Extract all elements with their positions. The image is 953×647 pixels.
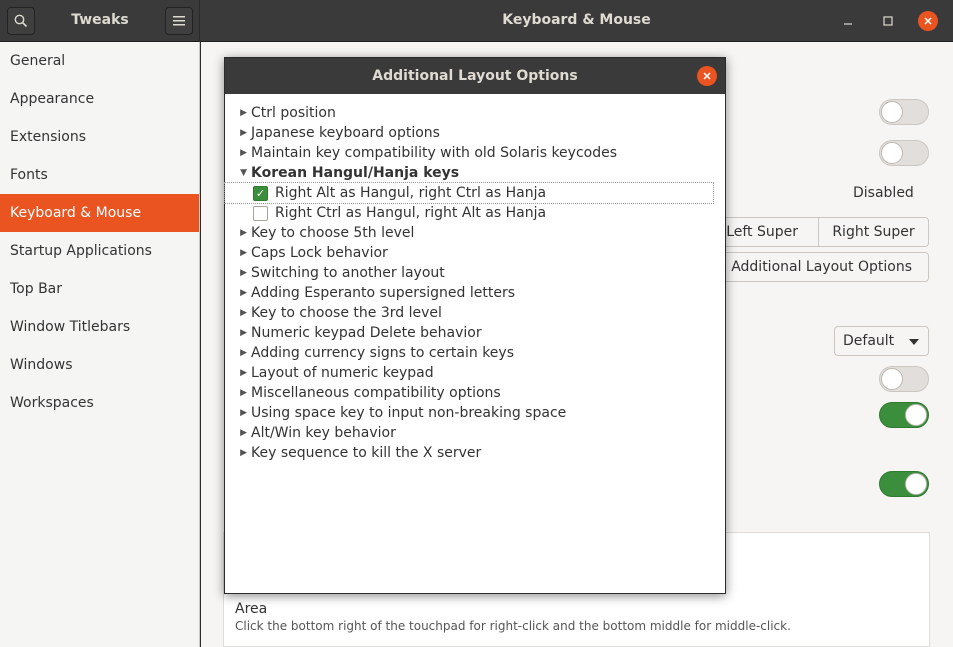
expander-right-icon[interactable]: ▶ [225,308,251,318]
dialog-header: Additional Layout Options [225,58,725,94]
expander-right-icon[interactable]: ▶ [225,288,251,298]
dropdown-select[interactable]: Default [834,326,929,356]
option-right-alt-hangul[interactable]: ✓ Right Alt as Hangul, right Ctrl as Han… [224,182,714,204]
chevron-down-icon [909,339,919,345]
sidebar-item-keyboard-mouse[interactable]: Keyboard & Mouse [0,194,199,232]
close-icon [924,17,932,25]
toggle-switch[interactable] [879,471,929,497]
expander-right-icon[interactable]: ▶ [225,128,251,138]
tree-row-korean-hangul[interactable]: ▼ Korean Hangul/Hanja keys [225,163,725,183]
expander-right-icon[interactable]: ▶ [225,448,251,458]
additional-layout-options-dialog: Additional Layout Options ▶ Ctrl position… [224,57,726,594]
close-button[interactable] [918,11,938,31]
expander-right-icon[interactable]: ▶ [225,368,251,378]
checkbox-checked[interactable]: ✓ [253,185,268,201]
sidebar-item-top-bar[interactable]: Top Bar [0,270,199,308]
expander-right-icon[interactable]: ▶ [225,328,251,338]
expander-right-icon[interactable]: ▶ [225,268,251,278]
toggle-knob [905,473,927,495]
expander-right-icon[interactable]: ▶ [225,228,251,238]
toggle-switch[interactable] [879,99,929,125]
disabled-value: Disabled [853,185,914,201]
hamburger-icon [173,16,185,26]
tree-row-solaris-keycodes[interactable]: ▶ Maintain key compatibility with old Sol… [225,143,725,163]
sidebar-item-fonts[interactable]: Fonts [0,156,199,194]
tree-row-currency-signs[interactable]: ▶ Adding currency signs to certain keys [225,343,725,363]
expander-right-icon[interactable]: ▶ [225,348,251,358]
toggle-switch[interactable] [879,366,929,392]
sidebar-item-window-titlebars[interactable]: Window Titlebars [0,308,199,346]
maximize-button[interactable] [878,11,898,31]
toggle-switch[interactable] [879,402,929,428]
tree-row-esperanto[interactable]: ▶ Adding Esperanto supersigned letters [225,283,725,303]
toggle-knob [881,142,903,164]
sidebar-header: Tweaks [0,0,200,42]
tree-row-ctrl-position[interactable]: ▶ Ctrl position [225,103,725,123]
sidebar-item-appearance[interactable]: Appearance [0,80,199,118]
option-right-ctrl-hangul[interactable]: Right Ctrl as Hangul, right Alt as Hanja [225,203,725,223]
tree-row-misc-compat[interactable]: ▶ Miscellaneous compatibility options [225,383,725,403]
option-label: Right Alt as Hangul, right Ctrl as Hanja [275,185,547,201]
expander-right-icon[interactable]: ▶ [225,108,251,118]
checkbox-unchecked[interactable] [253,205,268,221]
minimize-icon [844,23,852,25]
expander-right-icon[interactable]: ▶ [225,148,251,158]
sidebar-item-windows[interactable]: Windows [0,346,199,384]
tree-row-space-key[interactable]: ▶ Using space key to input non-breaking s… [225,403,725,423]
tree-row-switch-layout[interactable]: ▶ Switching to another layout [225,263,725,283]
sidebar: General Appearance Extensions Fonts Keyb… [0,42,200,647]
expander-down-icon[interactable]: ▼ [225,168,251,178]
expander-right-icon[interactable]: ▶ [225,248,251,258]
options-tree: ▶ Ctrl position ▶ Japanese keyboard option… [224,103,725,463]
header-bar: Tweaks Keyboard & Mouse [0,0,953,42]
expander-right-icon[interactable]: ▶ [225,388,251,398]
expander-right-icon[interactable]: ▶ [225,428,251,438]
tree-row-kill-x-server[interactable]: ▶ Key sequence to kill the X server [225,443,725,463]
minimize-button[interactable] [838,11,858,31]
area-description: Click the bottom right of the touchpad f… [235,619,791,633]
toggle-knob [905,404,927,426]
dialog-close-button[interactable] [697,66,717,86]
tree-row-5th-level[interactable]: ▶ Key to choose 5th level [225,223,725,243]
right-super-button[interactable]: Right Super [818,217,929,247]
expander-right-icon[interactable]: ▶ [225,408,251,418]
maximize-icon [883,16,893,26]
tree-row-alt-win[interactable]: ▶ Alt/Win key behavior [225,423,725,443]
sidebar-item-startup-applications[interactable]: Startup Applications [0,232,199,270]
sidebar-item-workspaces[interactable]: Workspaces [0,384,199,422]
menu-button[interactable] [165,7,193,35]
toggle-knob [881,101,903,123]
tree-row-numeric-keypad[interactable]: ▶ Layout of numeric keypad [225,363,725,383]
toggle-knob [881,368,903,390]
tree-row-3rd-level[interactable]: ▶ Key to choose the 3rd level [225,303,725,323]
additional-layout-options-button[interactable]: Additional Layout Options [706,252,929,282]
option-label: Right Ctrl as Hangul, right Alt as Hanja [275,205,547,221]
sidebar-item-extensions[interactable]: Extensions [0,118,199,156]
dropdown-value: Default [843,333,895,349]
toggle-switch[interactable] [879,140,929,166]
tree-row-keypad-delete[interactable]: ▶ Numeric keypad Delete behavior [225,323,725,343]
close-icon [703,72,711,80]
tree-row-caps-lock[interactable]: ▶ Caps Lock behavior [225,243,725,263]
tree-row-japanese-keyboard[interactable]: ▶ Japanese keyboard options [225,123,725,143]
dialog-title: Additional Layout Options [372,68,578,84]
sidebar-item-general[interactable]: General [0,42,199,80]
area-title: Area [235,601,268,617]
